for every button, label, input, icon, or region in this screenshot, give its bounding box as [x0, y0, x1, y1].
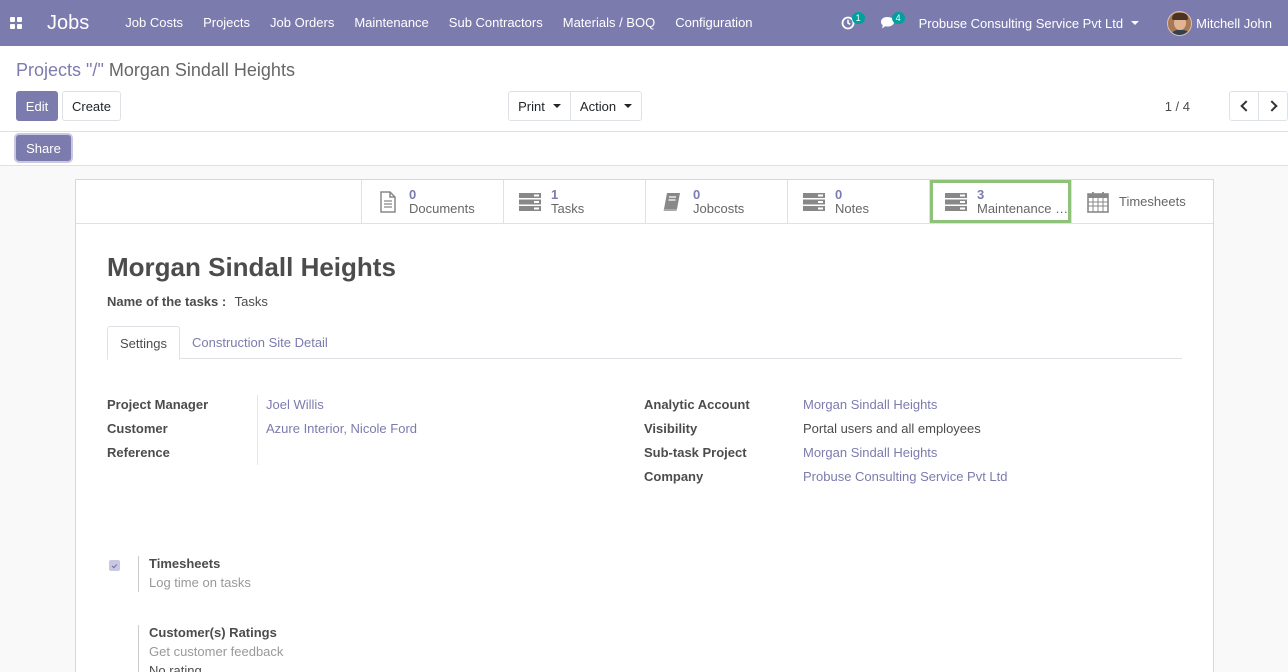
app-brand[interactable]: Jobs	[47, 12, 89, 35]
customer-label: Customer	[107, 421, 168, 436]
tab-settings[interactable]: Settings	[107, 326, 180, 360]
task-name-label: Name of the tasks :	[107, 294, 227, 309]
messages-count-badge: 4	[891, 12, 905, 24]
book-icon	[661, 191, 683, 213]
create-button[interactable]: Create	[62, 91, 121, 121]
user-menu[interactable]: Mitchell John	[1167, 10, 1272, 36]
record-title: Morgan Sindall Heights	[107, 252, 396, 282]
customer-value[interactable]: Azure Interior, Nicole Ford	[266, 421, 417, 436]
pager-previous-button[interactable]	[1229, 91, 1259, 121]
timesheets-smart-button[interactable]: Timesheets	[1071, 180, 1213, 224]
activity-count-badge: 1	[851, 12, 865, 24]
field-divider	[257, 395, 258, 465]
menu-sub-contractors[interactable]: Sub Contractors	[439, 0, 553, 46]
notes-smart-button[interactable]: 0 Notes	[787, 180, 929, 224]
company-value[interactable]: Probuse Consulting Service Pvt Ltd	[803, 469, 1008, 484]
task-name-value: Tasks	[234, 294, 268, 309]
documents-label: Documents	[409, 201, 475, 216]
timesheets-option: Timesheets Log time on tasks	[138, 556, 251, 592]
tasks-count: 1	[551, 186, 559, 202]
company-label: Company	[644, 469, 704, 484]
analytic-account-value[interactable]: Morgan Sindall Heights	[803, 397, 937, 412]
visibility-value: Portal users and all employees	[803, 421, 981, 436]
maintenance-smart-button[interactable]: 3Maintenance Requests	[929, 180, 1071, 224]
main-menu: Job Costs Projects Job Orders Maintenanc…	[115, 0, 762, 46]
print-label: Print	[518, 98, 545, 114]
jobcosts-count: 0	[693, 186, 701, 202]
avatar	[1167, 10, 1193, 36]
visibility-label: Visibility	[644, 421, 698, 436]
control-panel: Projects "/" Morgan Sindall Heights Edit…	[0, 46, 1288, 132]
documents-smart-button[interactable]: 0 Documents	[361, 180, 503, 224]
project-manager-value[interactable]: Joel Willis	[266, 397, 324, 412]
maintenance-label: Maintenance Requests	[977, 201, 1069, 216]
company-switcher[interactable]: Probuse Consulting Service Pvt Ltd	[919, 16, 1140, 31]
timesheets-label: Timesheets	[1119, 194, 1186, 209]
notes-label: Notes	[835, 201, 869, 216]
ratings-option-title: Customer(s) Ratings	[149, 625, 277, 640]
chevron-right-icon	[1265, 100, 1278, 112]
user-name: Mitchell John	[1196, 15, 1272, 31]
share-button[interactable]: Share	[16, 135, 71, 161]
notes-icon	[803, 191, 825, 213]
chevron-down-icon	[552, 104, 561, 108]
menu-materials-boq[interactable]: Materials / BOQ	[553, 0, 665, 46]
form-sheet: 0 Documents 1 Tasks 0 Jobcosts 0 Notes 3 Main…	[75, 179, 1214, 672]
timesheets-checkbox[interactable]	[109, 560, 120, 571]
maintenance-count: 3	[977, 186, 985, 202]
menu-job-orders[interactable]: Job Orders	[260, 0, 344, 46]
menu-configuration[interactable]: Configuration	[665, 0, 762, 46]
timesheets-option-title: Timesheets	[149, 556, 221, 571]
form-statusbar: Share	[0, 132, 1288, 166]
activity-clock-icon[interactable]: 1	[835, 0, 865, 46]
sub-task-project-value[interactable]: Morgan Sindall Heights	[803, 445, 937, 460]
chevron-down-icon	[624, 104, 633, 108]
breadcrumb: Projects "/" Morgan Sindall Heights	[16, 60, 295, 81]
project-manager-label: Project Manager	[107, 397, 209, 412]
notes-count: 0	[835, 186, 843, 202]
reference-label: Reference	[107, 445, 170, 460]
maintenance-icon	[945, 191, 967, 213]
timesheets-option-desc: Log time on tasks	[149, 575, 251, 590]
menu-projects[interactable]: Projects	[193, 0, 260, 46]
form-tabs: Settings Construction Site Detail	[107, 326, 1182, 360]
breadcrumb-separator: "/"	[86, 60, 104, 80]
menu-maintenance[interactable]: Maintenance	[344, 0, 438, 46]
action-label: Action	[579, 98, 617, 114]
pager-counter[interactable]: 1 / 4	[1165, 99, 1190, 114]
messages-icon[interactable]: 4	[875, 0, 905, 46]
sub-task-project-label: Sub-task Project	[644, 445, 747, 460]
navbar-systray: 1 4 Probuse Consulting Service Pvt Ltd M…	[835, 0, 1288, 46]
edit-button[interactable]: Edit	[16, 91, 58, 121]
breadcrumb-current: Morgan Sindall Heights	[108, 60, 295, 80]
chevron-down-icon	[1131, 21, 1140, 25]
jobcosts-smart-button[interactable]: 0 Jobcosts	[645, 180, 787, 224]
breadcrumb-parent[interactable]: Projects	[16, 60, 81, 80]
tasks-smart-button[interactable]: 1 Tasks	[503, 180, 645, 224]
jobcosts-label: Jobcosts	[693, 201, 745, 216]
task-name-field: Name of the tasks : Tasks	[107, 294, 268, 309]
smart-button-box: 0 Documents 1 Tasks 0 Jobcosts 0 Notes 3 Main…	[361, 180, 1213, 224]
tab-construction-site-detail[interactable]: Construction Site Detail	[180, 326, 340, 359]
apps-menu-icon[interactable]	[0, 0, 32, 46]
menu-job-costs[interactable]: Job Costs	[115, 0, 193, 46]
pager-next-button[interactable]	[1258, 91, 1288, 121]
action-dropdown[interactable]: Action	[570, 91, 642, 121]
top-navbar: Jobs Job Costs Projects Job Orders Maint…	[0, 0, 1288, 46]
ratings-option-desc: Get customer feedback	[149, 644, 284, 659]
check-icon	[111, 562, 118, 568]
document-icon	[377, 190, 399, 213]
company-name: Probuse Consulting Service Pvt Ltd	[918, 15, 1124, 31]
print-dropdown[interactable]: Print	[508, 91, 571, 121]
ratings-option-value: No rating	[149, 663, 202, 672]
tasks-icon	[519, 191, 541, 213]
chevron-left-icon	[1239, 100, 1252, 112]
ratings-option: Customer(s) Ratings Get customer feedbac…	[138, 625, 283, 672]
analytic-account-label: Analytic Account	[644, 397, 750, 412]
documents-count: 0	[409, 186, 417, 202]
calendar-icon	[1087, 191, 1109, 213]
tasks-label: Tasks	[551, 201, 585, 216]
